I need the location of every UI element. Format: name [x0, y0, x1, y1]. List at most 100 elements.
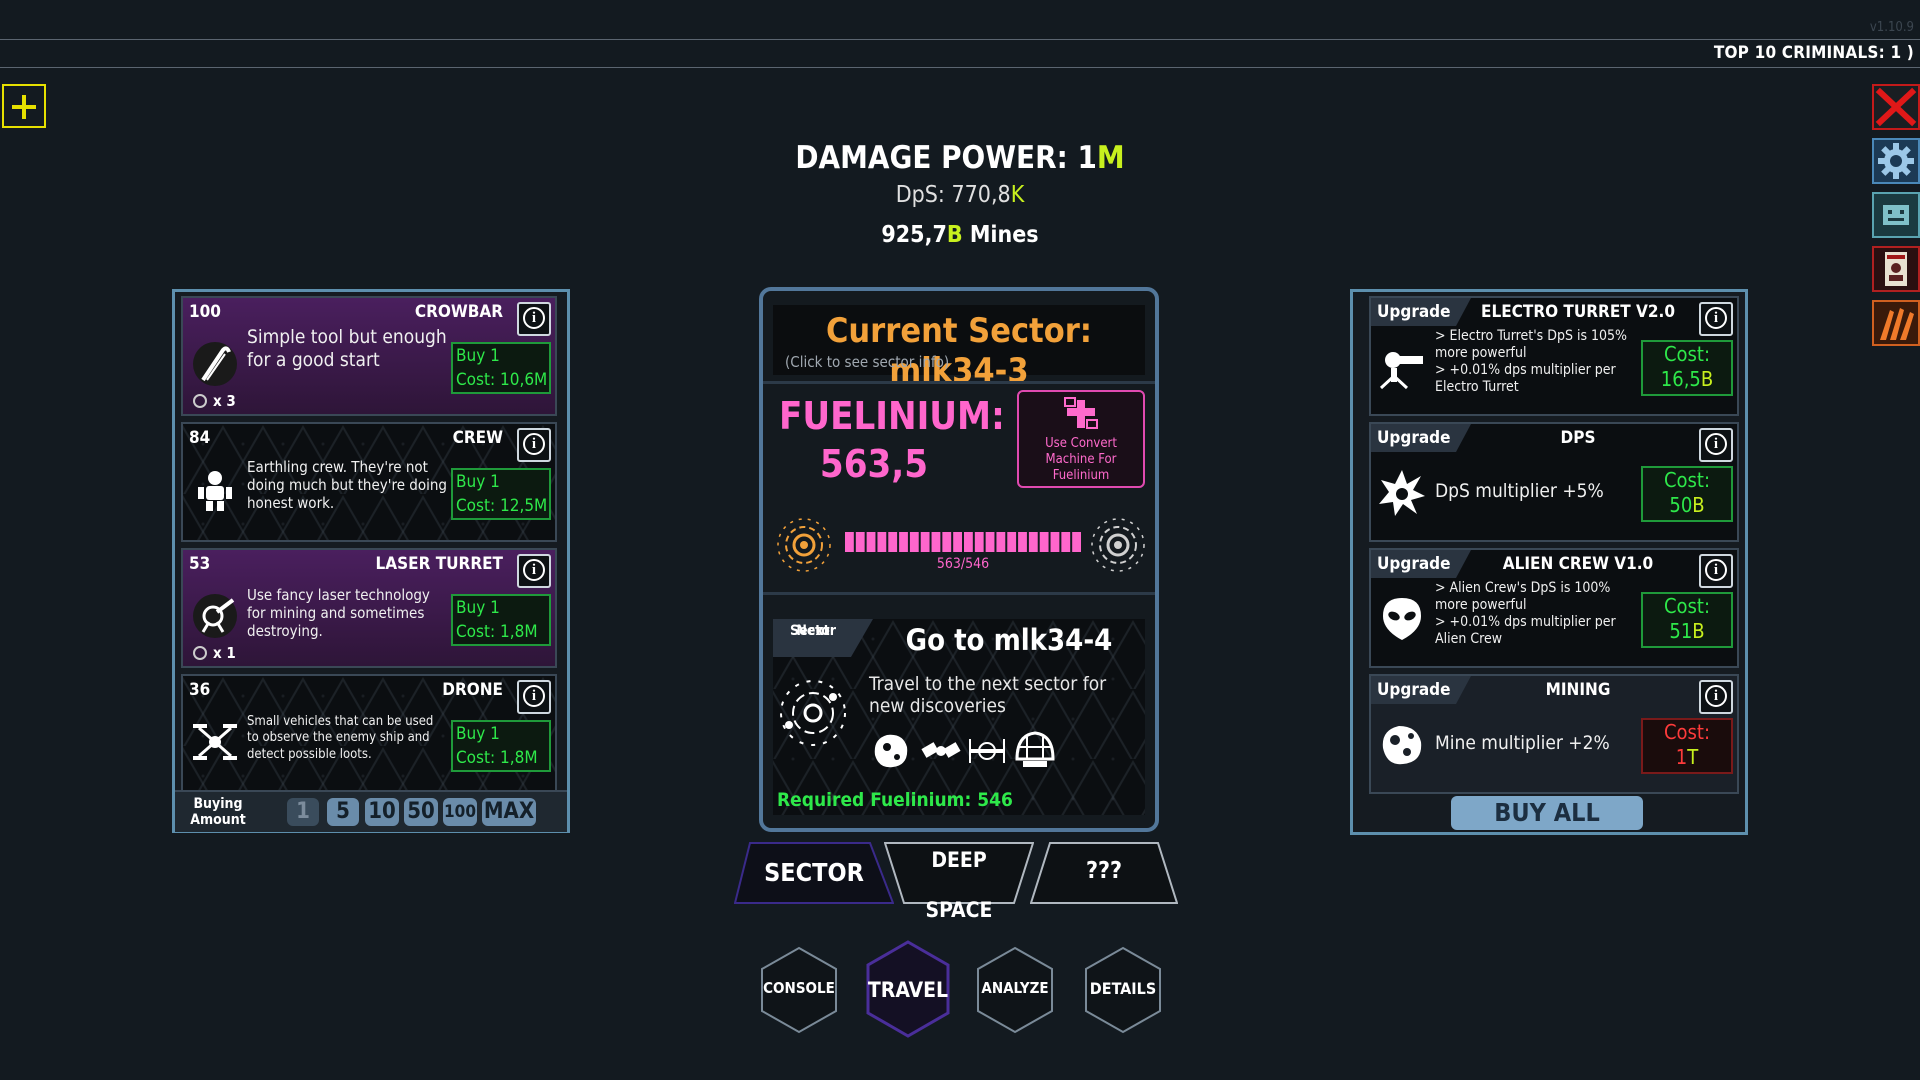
- analyze-button[interactable]: ANALYZE: [976, 946, 1054, 1034]
- buy-all-button[interactable]: BUY ALL: [1451, 796, 1643, 830]
- damage-power-value: 1: [1077, 140, 1097, 176]
- cost-suffix: B: [1700, 367, 1714, 391]
- buy-button[interactable]: Buy 1 Cost: 10,6M: [451, 342, 551, 394]
- fuelinium-progress-segment: [1050, 532, 1060, 552]
- alien-icon: [1383, 598, 1421, 640]
- info-button[interactable]: i: [517, 302, 551, 336]
- info-button[interactable]: i: [517, 554, 551, 588]
- unit-description: Use fancy laser technology for mining an…: [247, 586, 430, 640]
- fuelinium-progress-segment: [1018, 532, 1027, 552]
- add-icon[interactable]: [2, 84, 46, 128]
- amount-option-10[interactable]: 10: [365, 798, 399, 826]
- upgrade-description: > Alien Crew's DpS is 100% more powerful…: [1435, 580, 1616, 647]
- info-button[interactable]: i: [1699, 554, 1733, 588]
- info-button[interactable]: i: [517, 680, 551, 714]
- top-criminals-label[interactable]: TOP 10 CRIMINALS: 1 ): [1714, 43, 1914, 63]
- amount-option-5[interactable]: 5: [327, 798, 359, 826]
- next-sector-card[interactable]: Next Sector Go to mlk34-4 Travel to the n…: [773, 619, 1145, 815]
- fuelinium-label: FUELINIUM:: [779, 394, 1005, 438]
- amount-option-1[interactable]: 1: [287, 798, 319, 826]
- tab-deep-space[interactable]: DEEP SPACE: [884, 842, 1034, 922]
- fuelinium-progress-segment: [953, 532, 962, 552]
- tab-unknown[interactable]: ???: [1030, 842, 1178, 904]
- fuelinium-count: 563/546: [936, 556, 990, 572]
- info-icon: i: [523, 559, 545, 581]
- upgrade-cost-button[interactable]: Cost: 16,5B: [1641, 340, 1733, 396]
- info-button[interactable]: i: [1699, 680, 1733, 714]
- unit-name: LASER TURRET: [375, 554, 503, 574]
- current-sector-box[interactable]: Current Sector: mlk34-3 (Click to see se…: [773, 305, 1145, 391]
- upgrade-tag: Upgrade: [1371, 550, 1471, 578]
- upgrade-cost-button[interactable]: Cost: 51B: [1641, 592, 1733, 648]
- upgrade-card-dps[interactable]: Upgrade DPS i DpS multiplier +5% Cost: 5…: [1369, 422, 1739, 542]
- unit-multiplier: x 3: [193, 392, 236, 410]
- travel-button[interactable]: TRAVEL: [866, 940, 950, 1038]
- upgrade-description: Mine multiplier +2%: [1435, 732, 1610, 754]
- dps-readout: DpS: 770,8K: [0, 182, 1920, 208]
- info-icon: i: [523, 685, 545, 707]
- fuelinium-progress-segment: [985, 532, 995, 552]
- fuelinium-progress-segment: [1061, 532, 1071, 552]
- claw-button[interactable]: [1872, 300, 1920, 346]
- amount-option-100[interactable]: 100: [443, 798, 477, 826]
- cost-value: 1: [1675, 745, 1688, 769]
- upgrade-card-mining[interactable]: Upgrade MINING i Mine multiplier +2% Cos…: [1369, 674, 1739, 794]
- fuelinium-progress-segment: [855, 532, 865, 552]
- mines-readout: 925,7B Mines: [0, 222, 1920, 248]
- convert-machine-button[interactable]: Use Convert Machine For Fuelinium: [1017, 390, 1145, 488]
- fuelinium-progress-segment: [1028, 532, 1038, 552]
- amount-option-50[interactable]: 50: [404, 798, 438, 826]
- satellite-icon: [1064, 397, 1098, 429]
- info-button[interactable]: i: [1699, 302, 1733, 336]
- dps-value: 770,8: [951, 182, 1011, 208]
- info-button[interactable]: i: [517, 428, 551, 462]
- unit-card-crowbar[interactable]: 100 CROWBAR i Simple tool but enough for…: [181, 296, 557, 416]
- upgrade-cost-button[interactable]: Cost: 50B: [1641, 466, 1733, 522]
- fuelinium-readout: FUELINIUM: 563,5: [779, 392, 1005, 488]
- next-sector-tag: Next Sector: [773, 619, 873, 657]
- cost-label: Cost:: [1663, 468, 1711, 492]
- unit-card-crew[interactable]: 84 CREW i Earthling crew. They're not do…: [181, 422, 557, 542]
- buy-button[interactable]: Buy 1 Cost: 12,5M: [451, 468, 551, 520]
- info-icon: i: [1705, 307, 1727, 329]
- buy-label: Buy 1: [456, 346, 500, 366]
- fuelinium-progress-segment: [909, 532, 919, 552]
- cost-label: Cost: 1,8M: [456, 748, 538, 768]
- drone-icon: [193, 724, 237, 760]
- amount-option-max[interactable]: MAX: [482, 798, 536, 826]
- fuelinium-progress-segment: [1039, 532, 1049, 552]
- buy-button[interactable]: Buy 1 Cost: 1,8M: [451, 720, 551, 772]
- fuelinium-progress-segment: [964, 532, 973, 552]
- galaxy-icon: [780, 680, 846, 746]
- gear-badge-icon: [193, 394, 207, 408]
- buying-amount-label: Buying Amount: [190, 796, 246, 828]
- fuelinium-progress-segment: [920, 532, 930, 552]
- upgrade-card-alien-crew[interactable]: Upgrade ALIEN CREW V1.0 i > Alien Crew's…: [1369, 548, 1739, 668]
- convert-machine-label: Use Convert Machine For Fuelinium: [1045, 436, 1117, 483]
- upgrade-name: ALIEN CREW V1.0: [1502, 554, 1654, 574]
- cost-value: 50: [1669, 493, 1693, 517]
- unit-card-drone[interactable]: 36 DRONE i Small vehicles that can be us…: [181, 674, 557, 794]
- planet-target-icon: [1091, 518, 1145, 572]
- close-button[interactable]: [1872, 84, 1920, 130]
- laser-turret-icon: [193, 594, 237, 638]
- tab-sector[interactable]: SECTOR: [734, 842, 894, 904]
- buy-button[interactable]: Buy 1 Cost: 1,8M: [451, 594, 551, 646]
- damage-power-suffix: M: [1096, 140, 1125, 176]
- upgrade-cost-button[interactable]: Cost: 1T: [1641, 718, 1733, 774]
- info-button[interactable]: i: [1699, 428, 1733, 462]
- unit-name: CREW: [452, 428, 503, 448]
- wanted-button[interactable]: [1872, 246, 1920, 292]
- details-button[interactable]: DETAILS: [1084, 946, 1162, 1034]
- upgrades-panel: Upgrade ELECTRO TURRET V2.0 i > Electro …: [1350, 289, 1748, 835]
- cost-value: 16,5: [1660, 367, 1701, 391]
- buying-amount-row: Buying Amount 1 5 10 50 100 MAX: [175, 790, 567, 832]
- upgrade-tag: Upgrade: [1371, 298, 1471, 326]
- unit-name: CROWBAR: [414, 302, 503, 322]
- fuelinium-progress-segment: [996, 532, 1006, 552]
- console-button[interactable]: CONSOLE: [760, 946, 838, 1034]
- wanted-poster-icon: [1885, 252, 1907, 286]
- unit-card-laser-turret[interactable]: 53 LASER TURRET i Use fancy laser techno…: [181, 548, 557, 668]
- upgrade-card-electro-turret[interactable]: Upgrade ELECTRO TURRET V2.0 i > Electro …: [1369, 296, 1739, 416]
- fuelinium-progress-segment: [974, 532, 984, 552]
